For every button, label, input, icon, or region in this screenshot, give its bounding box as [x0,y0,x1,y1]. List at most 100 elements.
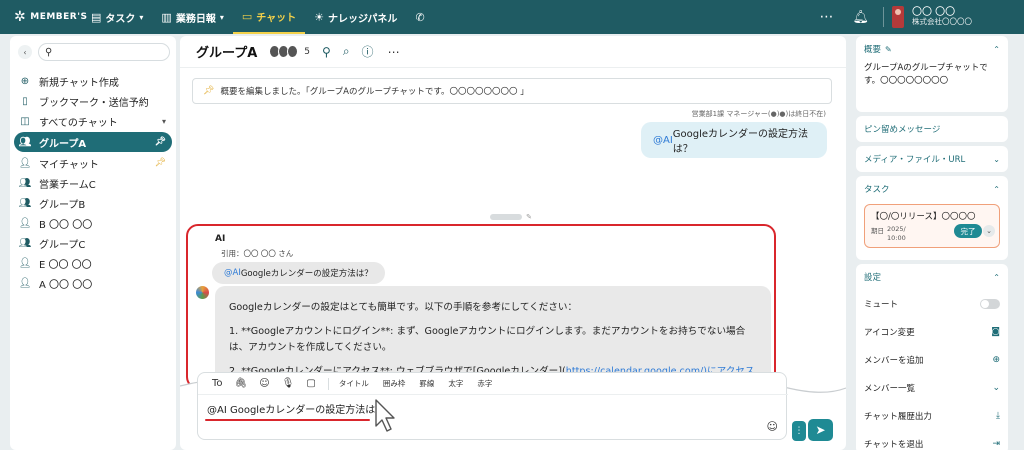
bell-icon[interactable]: 🔔︎ [852,10,869,25]
send-options-button[interactable]: ⋮ [792,421,806,441]
sidebar-item-label: B 〇〇 〇〇 [39,219,93,231]
group-icon: 👥︎ [18,197,32,209]
nav-daily-report-label: 業務日報 [175,13,216,25]
task-item[interactable]: 【〇/〇リリース】〇〇〇〇 期日 2025/10:00 完了 ⌄ [864,204,1000,248]
person-icon: 👤︎ [18,157,32,169]
chevron-up-icon: ⌃ [993,272,1000,282]
my-message-bubble[interactable]: @AI Googleカレンダーの設定方法は？ [641,122,827,158]
chevron-down-icon: ⌄ [992,383,1000,393]
sidebar-item-user-a[interactable]: 👤︎ A 〇〇 〇〇 [10,273,176,293]
sidebar-item-user-e[interactable]: 👤︎ E 〇〇 〇〇 [10,253,176,273]
quoted-message[interactable]: @AI Googleカレンダーの設定方法は？ [212,262,385,284]
quote-label: 引用：〇〇 〇〇 さん [221,249,294,258]
task-status-badge[interactable]: 完了 [954,224,982,238]
chevron-down-icon: ▾ [219,12,224,22]
nav-knowledge-panel[interactable]: ☀ ナレッジパネル [305,0,406,34]
microphone-icon[interactable]: 🎙︎ [282,378,295,389]
task-header[interactable]: タスク ⌃ [856,176,1008,202]
setting-mute[interactable]: ミュート [856,290,1008,318]
info-icon[interactable]: ⓘ [362,43,374,60]
overview-header[interactable]: 概要 ✎ ⌃ [856,36,1008,62]
nav-daily-report[interactable]: ▥ 業務日報 ▾ [152,0,232,34]
setting-label: チャット履歴出力 [864,412,932,422]
user-info[interactable]: 〇〇 〇〇 株式会社〇〇〇〇 [912,7,972,27]
phone-icon: ✆ [415,10,425,24]
user-company: 株式会社〇〇〇〇 [912,17,972,27]
setting-change-icon[interactable]: アイコン変更 ◙ [856,318,1008,346]
nav-tasks-label: タスク [105,13,136,25]
main-nav: ▤ タスク ▾ ▥ 業務日報 ▾ ▭ チャット ☀ ナレッジパネル ✆ [82,0,434,34]
pencil-icon[interactable]: ✎ [885,45,892,54]
search-icon[interactable]: ⌕ [343,44,350,59]
pinned-messages-header[interactable]: ピン留めメッセージ [856,116,1008,142]
sidebar-search-input[interactable]: ⚲ [38,43,170,61]
pin-icon[interactable]: 📌︎ [155,158,166,168]
pinned-messages-card[interactable]: ピン留めメッセージ [856,116,1008,142]
emoji-icon[interactable]: ☺ [259,378,269,389]
setting-member-list[interactable]: メンバー一覧 ⌄ [856,374,1008,402]
emoji-picker-icon[interactable]: ☺ [767,420,778,433]
chat-bubbles-icon: ◫ [20,115,30,127]
nav-phone[interactable]: ✆ [406,0,433,34]
task-section-title: タスク [864,185,890,195]
notice-text: 概要を編集しました。「グループAのグループチャットです。〇〇〇〇〇〇〇〇 」 [220,87,529,97]
setting-add-member[interactable]: メンバーを追加 ⊕ [856,346,1008,374]
sidebar-item-user-b[interactable]: 👤︎ B 〇〇 〇〇 [10,213,176,233]
mention[interactable]: @AI [653,135,673,146]
sidebar-item-all-chats[interactable]: ◫ すべてのチャット ▾ [10,111,176,131]
sidebar-item-group-c[interactable]: 👥︎ グループC [10,233,176,253]
to-button[interactable]: To [212,378,223,389]
app-logo[interactable]: ✲ MEMBER'S [14,9,87,25]
task-name: 【〇/〇リリース】〇〇〇〇 [871,212,976,222]
media-card[interactable]: メディア・ファイル・URL ⌄ [856,146,1008,172]
pin-icon: 📌︎ [203,86,215,96]
nav-chat[interactable]: ▭ チャット [232,0,306,34]
mute-toggle[interactable] [980,299,1000,309]
comment-icon[interactable]: ▢ [306,378,315,389]
pencil-icon: ✎ [526,212,532,221]
bold-format-button[interactable]: 太字 [448,378,463,389]
more-icon[interactable]: ⋯ [388,45,401,59]
chevron-down-icon: ⌄ [993,154,1000,164]
sidebar-item-label: A 〇〇 〇〇 [39,279,93,291]
task-due-label: 期日 [871,227,884,235]
sidebar-item-label: グループC [39,239,86,251]
member-avatars[interactable] [269,45,299,58]
chevron-down-icon[interactable]: ⌄ [983,225,995,237]
sidebar-item-group-a[interactable]: 👥︎ グループA 📌︎ [14,132,172,152]
group-icon: 👥︎ [18,136,32,148]
rule-format-button[interactable]: 罫線 [419,378,434,389]
attachment-icon[interactable]: 🖇︎ [235,378,248,389]
setting-leave-chat[interactable]: チャットを退出 ⇥ [856,430,1008,450]
red-text-button[interactable]: 赤字 [477,378,492,389]
sidebar-item-my-chat[interactable]: 👤︎ マイチャット 📌︎ [10,153,176,173]
sidebar-item-label: グループB [39,199,86,211]
user-avatar[interactable] [892,6,904,28]
more-icon[interactable]: ⋯ [819,9,834,25]
sidebar-item-new-chat[interactable]: ⊕ 新規チャット作成 [10,71,176,91]
pin-icon[interactable]: 📌︎ [155,137,166,147]
avatar-icon: 👤︎ [18,217,32,229]
sidebar-item-label: すべてのチャット [39,117,118,129]
ai-avatar-icon [196,286,209,299]
setting-export-history[interactable]: チャット履歴出力 ⤓ [856,402,1008,430]
title-format-button[interactable]: タイトル [339,378,369,389]
settings-header[interactable]: 設定 ⌃ [856,264,1008,290]
pinned-notice[interactable]: 📌︎ 概要を編集しました。「グループAのグループチャットです。〇〇〇〇〇〇〇〇 … [192,78,832,104]
logo-star-icon: ✲ [14,9,27,25]
top-bar: ✲ MEMBER'S ▤ タスク ▾ ▥ 業務日報 ▾ ▭ チャット ☀ ナレッ… [0,0,1024,34]
nav-tasks[interactable]: ▤ タスク ▾ [82,0,152,34]
avatar-icon: 👤︎ [18,257,32,269]
sidebar-item-sales-team-c[interactable]: 👥︎ 営業チームC [10,173,176,193]
pin-icon[interactable]: ⚲ [322,45,331,59]
avatar-icon: 👤︎ [18,277,32,289]
sidebar-item-bookmark[interactable]: ▯ ブックマーク・送信予約 [10,91,176,111]
media-header[interactable]: メディア・ファイル・URL ⌄ [856,146,1008,172]
search-icon: ⚲ [45,46,53,58]
chat-sidebar: ‹ ⚲ ⊕ 新規チャット作成 ▯ ブックマーク・送信予約 ◫ すべてのチャット … [10,36,176,450]
box-format-button[interactable]: 囲み枠 [383,378,406,389]
collapse-sidebar-button[interactable]: ‹ [18,45,32,59]
send-button[interactable]: ➤ [808,419,833,441]
sidebar-item-group-b[interactable]: 👥︎ グループB [10,193,176,213]
message-input[interactable]: @AI Googleカレンダーの設定方法は？ [207,401,385,416]
